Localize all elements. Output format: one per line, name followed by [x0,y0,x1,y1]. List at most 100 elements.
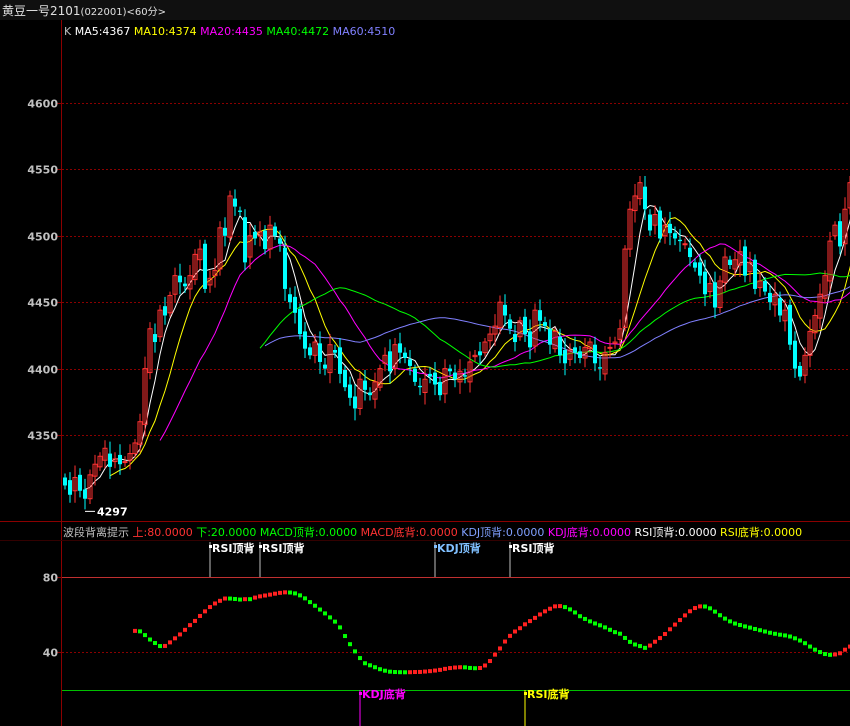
candle-body-down [678,239,682,242]
instrument-title: 黄豆一号2101(022001)<60分> [2,4,166,18]
candle-body-down [838,221,842,247]
wave-point-falling [568,607,572,612]
candle-body-up [682,243,688,246]
wave-point-rising [538,612,542,617]
wave-point-falling [143,633,147,638]
wave-point-falling [393,670,397,675]
wave-point-falling [463,665,467,670]
wave-point-falling [573,610,577,615]
candle-body-down [478,351,482,356]
indicator-tick-label: 40 [43,647,59,660]
candle-body-down [273,226,277,236]
candle-body-down [78,474,82,491]
wave-point-rising [168,640,172,645]
wave-point-rising [553,604,557,609]
wave-point-falling [758,628,762,633]
candle-body-down [263,230,267,250]
candle-body-down [503,304,507,316]
wave-point-rising [528,619,532,624]
candle-body-down [713,282,717,308]
wave-point-rising [283,590,287,595]
wave-point-falling [623,635,627,640]
wave-point-rising [448,666,452,671]
candle-body-down [288,294,292,303]
candle-body-down [403,352,407,358]
wave-point-rising [658,636,662,641]
bottom-marker-label: RSI底背 [527,687,570,701]
wave-point-falling [743,624,747,629]
wave-point-rising [173,636,177,641]
wave-point-falling [788,634,792,639]
instrument-name: 黄豆一号2101 [2,4,81,18]
wave-point-rising [648,643,652,648]
candle-body-down [118,454,122,465]
candle-body-down [578,351,582,358]
candle-body-down [353,396,357,409]
wave-point-falling [763,629,767,634]
top-marker-label: RSI顶背 [262,541,305,555]
candle-body-down [363,380,367,390]
wave-point-rising [698,604,702,609]
wave-point-rising [133,628,137,633]
indicator-legend-kdj_bottom: KDJ底背:0.0000 [544,525,631,539]
chart-background [0,0,850,726]
wave-point-falling [358,656,362,661]
wave-point-rising [558,604,562,609]
indicator-legend: 波段背离提示 上:80.0000 下:20.0000 MACD顶背:0.0000… [63,525,802,539]
wave-point-falling [783,633,787,638]
candle-body-down [593,344,597,364]
candle-body-down [203,243,207,289]
indicator-legend-name: 波段背离提示 [63,525,129,539]
wave-point-rising [513,629,517,634]
candle-body-down [348,384,352,398]
candle-body-down [253,231,257,239]
candle-body-up [607,346,613,349]
candle-body-down [768,292,772,303]
candle-body-down [108,453,112,467]
wave-point-rising [438,667,442,672]
candle-body-down [418,385,422,388]
wave-point-falling [723,616,727,621]
wave-point-falling [638,644,642,649]
candle-body-down [693,262,697,268]
wave-point-falling [583,616,587,621]
wave-point-rising [278,590,282,595]
wave-point-falling [793,636,797,641]
wave-point-falling [628,639,632,644]
candle-body-down [223,227,227,236]
candle-body-down [338,347,342,374]
candle-body-down [598,367,602,369]
wave-point-rising [188,623,192,628]
candle-body-down [543,322,547,327]
wave-point-rising [678,618,682,623]
wave-point-falling [643,645,647,650]
wave-point-falling [828,652,832,657]
wave-point-falling [718,613,722,618]
candle-body-down [788,304,792,345]
wave-point-rising [263,593,267,598]
wave-point-rising [183,627,187,632]
wave-point-falling [228,596,232,601]
candle-body-down [648,214,652,231]
candle-body-down [558,336,562,356]
wave-point-falling [333,619,337,624]
main-legend: K MA5:4367 MA10:4374 MA20:4435 MA40:4472… [64,25,395,38]
candle-body-down [398,343,402,353]
price-tick-label: 4550 [27,164,58,177]
low-price-label: 4297 [97,505,128,518]
candle-body-down [448,368,452,372]
candle-body-down [668,223,672,234]
candle-body-down [233,198,237,207]
wave-point-rising [833,652,837,657]
wave-point-falling [153,641,157,646]
indicator-legend-macd_bottom: MACD底背:0.0000 [357,525,458,539]
candle-body-down [548,328,552,345]
candle-body-down [563,350,567,364]
candle-body-down [243,217,247,263]
wave-point-rising [493,652,497,657]
wave-point-falling [613,630,617,635]
wave-point-rising [453,665,457,670]
wave-point-falling [798,638,802,643]
candle-body-down [323,364,327,369]
wave-point-falling [338,625,342,630]
